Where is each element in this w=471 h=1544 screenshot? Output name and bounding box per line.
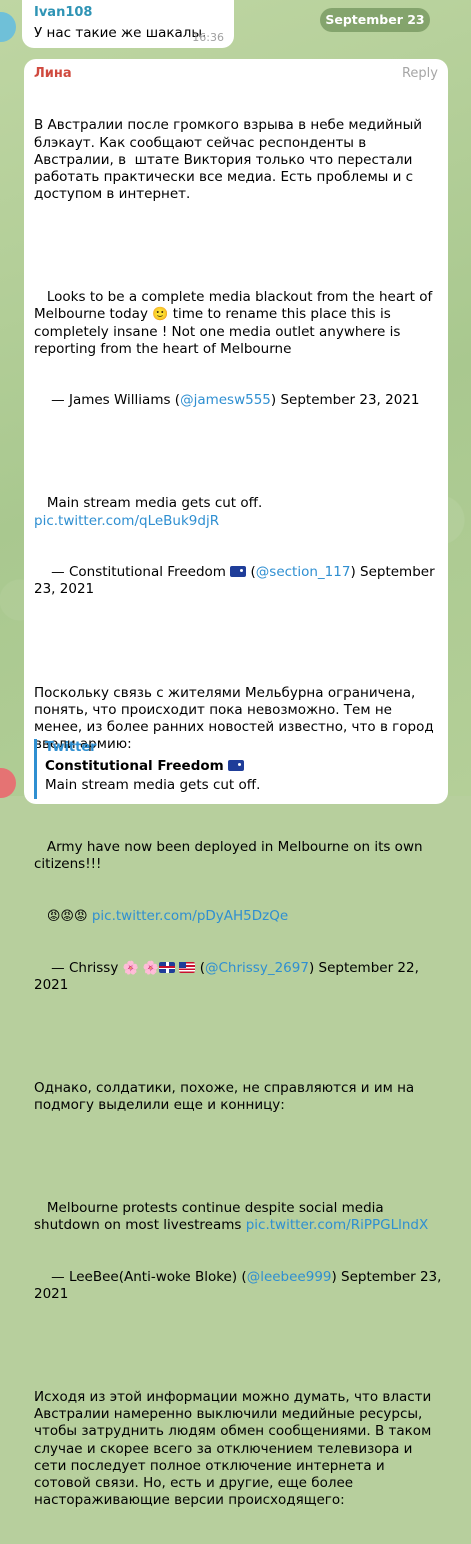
quote-3: Army have now been deployed in Melbourne… xyxy=(34,839,442,873)
link-preview[interactable]: Twitter Constitutional Freedom Main stre… xyxy=(34,739,445,799)
message-body: В Австралии после громкого взрыва в небе… xyxy=(34,83,442,1544)
quote-1-signature: — James Williams (@jamesw555) September … xyxy=(34,392,442,409)
date-separator: September 23 xyxy=(320,8,430,32)
link-preview-title-row: Constitutional Freedom xyxy=(45,758,445,775)
quote-3-signature: — Chrissy 🌸 🌸 (@Chrissy_2697) September … xyxy=(34,959,424,993)
message-bubble[interactable]: Лина Reply В Австралии после громкого вз… xyxy=(24,59,448,1508)
quote-4-sig-a: — LeeBee(Anti-woke Bloke) ( xyxy=(51,1268,247,1285)
quote-3-sig-a: — Chrissy xyxy=(51,959,119,976)
link-preview-site: Twitter xyxy=(45,740,97,755)
australia-flag-icon xyxy=(228,760,245,772)
quote-3-text: Army have now been deployed in Melbourne… xyxy=(34,839,427,873)
quote-1-sig-a: — James Williams ( xyxy=(51,392,181,409)
quote-2-handle-link[interactable]: @section_117 xyxy=(256,564,351,580)
australia-flag-icon xyxy=(230,566,247,578)
quote-2-signature: — Constitutional Freedom (@section_117) … xyxy=(34,564,439,598)
quote-4: Melbourne protests continue despite soci… xyxy=(34,1200,442,1234)
message-sender[interactable]: Лина xyxy=(34,65,72,82)
quote-2-pic-link[interactable]: pic.twitter.com/qLeBuk9djR xyxy=(34,513,219,529)
previous-message-time: 16:36 xyxy=(192,31,224,44)
quote-2-text: Main stream media gets cut off. xyxy=(46,495,263,512)
previous-message-sender[interactable]: Ivan108 xyxy=(34,5,92,20)
previous-message-bubble[interactable]: Ivan108 У нас такие же шакалы. 16:36 xyxy=(22,0,234,48)
paragraph-1: В Австралии после громкого взрыва в небе… xyxy=(34,117,427,203)
link-preview-title: Constitutional Freedom xyxy=(45,758,224,775)
quote-3-pic-link[interactable]: pic.twitter.com/pDyAH5DzQe xyxy=(92,908,288,924)
uk-flag-icon xyxy=(159,961,176,973)
link-preview-text: Main stream media gets cut off. xyxy=(45,777,261,794)
quote-4-pic-link[interactable]: pic.twitter.com/RiPPGLlndX xyxy=(246,1217,429,1233)
quote-3-line-2: 😡😡😡 pic.twitter.com/pDyAH5DzQe xyxy=(34,908,442,925)
paragraph-4: Исходя из этой информации можно думать, … xyxy=(34,1389,436,1509)
quote-1: Looks to be a complete media blackout fr… xyxy=(34,289,442,358)
paragraph-3: Однако, солдатики, похоже, не справляютс… xyxy=(34,1079,419,1113)
quote-3-handle-link[interactable]: @Chrissy_2697 xyxy=(205,960,309,976)
us-flag-icon xyxy=(179,961,196,973)
quote-2: Main stream media gets cut off. pic.twit… xyxy=(34,495,442,529)
angry-face-icon: 😡😡😡 xyxy=(46,908,88,924)
previous-message-text: У нас такие же шакалы. xyxy=(34,25,207,41)
quote-4-signature: — LeeBee(Anti-woke Bloke) (@leebee999) S… xyxy=(34,1269,442,1303)
quote-1-handle-link[interactable]: @jamesw555 xyxy=(180,392,271,408)
quote-1-sig-b: ) September 23, 2021 xyxy=(270,392,420,409)
cherry-blossom-icon: 🌸 🌸 xyxy=(122,960,160,976)
quote-4-handle-link[interactable]: @leebee999 xyxy=(247,1269,332,1285)
quote-2-sig-a: — Constitutional Freedom xyxy=(51,564,226,581)
reply-button[interactable]: Reply xyxy=(402,65,438,82)
slightly-smiling-face-icon: 🙂 xyxy=(152,307,169,323)
